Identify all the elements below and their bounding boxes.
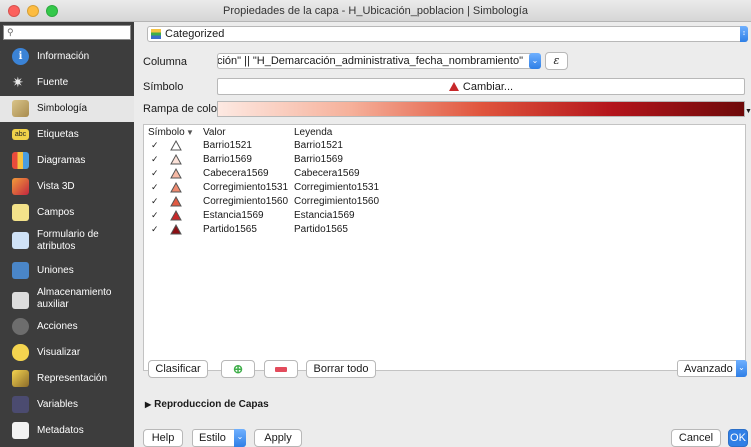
chevron-down-icon: ⌄: [234, 429, 246, 447]
delete-category-button[interactable]: [264, 360, 298, 378]
sidebar-item-metadatos[interactable]: Metadatos: [0, 418, 134, 444]
sidebar-item-variables[interactable]: Variables: [0, 392, 134, 418]
minimize-window-button[interactable]: [27, 5, 39, 17]
sidebar-item-simbologia[interactable]: Simbología: [0, 96, 134, 122]
categorized-icon: [151, 29, 161, 39]
form-icon: [12, 232, 29, 249]
chevron-down-icon: ⌄: [736, 360, 747, 377]
chevron-updown-icon: ↕: [740, 26, 748, 42]
plus-icon: ⊕: [232, 362, 244, 376]
triangle-symbol-icon[interactable]: [170, 167, 182, 180]
variables-icon: [12, 396, 29, 413]
metadata-icon: [12, 422, 29, 439]
actions-icon: [12, 318, 29, 335]
column-label: Columna: [143, 56, 188, 68]
advanced-menu-button[interactable]: Avanzado ⌄: [677, 360, 747, 377]
sidebar-item-acciones[interactable]: Acciones: [0, 314, 134, 340]
color-ramp-label: Rampa de color: [143, 103, 221, 115]
row-checkbox[interactable]: ✓: [151, 168, 161, 179]
help-button[interactable]: Help: [143, 429, 183, 447]
categories-table: Símbolo ▼ Valor Leyenda ✓ Barrio1521 Bar…: [143, 124, 746, 371]
sidebar-item-vista-3d[interactable]: Vista 3D: [0, 174, 134, 200]
triangle-symbol-icon[interactable]: [170, 209, 182, 222]
color-ramp-button[interactable]: [217, 101, 745, 117]
sidebar-item-uniones[interactable]: Uniones: [0, 258, 134, 284]
row-checkbox[interactable]: ✓: [151, 196, 161, 207]
expression-builder-button[interactable]: ε: [545, 52, 568, 70]
triangle-symbol-icon[interactable]: [170, 181, 182, 194]
sidebar-item-almacenamiento[interactable]: Almacenamiento auxiliar: [0, 284, 134, 314]
triangle-symbol-icon[interactable]: [170, 139, 182, 152]
expand-arrow-icon: ▶: [145, 400, 152, 409]
add-category-button[interactable]: ⊕: [221, 360, 255, 378]
table-row[interactable]: ✓ Corregimiento1531 Corregimiento1531: [144, 181, 747, 195]
window-title: Propiedades de la capa - H_Ubicación_pob…: [223, 5, 528, 17]
table-row[interactable]: ✓ Barrio1521 Barrio1521: [144, 139, 747, 153]
triangle-symbol-icon[interactable]: [170, 153, 182, 166]
symbol-label: Símbolo: [143, 81, 184, 93]
epsilon-icon: ε: [553, 54, 560, 67]
table-row[interactable]: ✓ Corregimiento1560 Corregimiento1560: [144, 195, 747, 209]
brush-icon: [12, 100, 29, 117]
minus-icon: [275, 366, 287, 372]
sidebar: ⚲ i Información ✷ Fuente Simbología abc …: [0, 22, 134, 447]
sidebar-item-campos[interactable]: Campos: [0, 200, 134, 226]
apply-button[interactable]: Apply: [254, 429, 302, 447]
fields-icon: [12, 204, 29, 221]
renderer-type-select[interactable]: Categorized ↕: [147, 26, 748, 42]
title-bar: Propiedades de la capa - H_Ubicación_pob…: [0, 0, 751, 22]
cube-icon: [12, 178, 29, 195]
column-dropdown-button[interactable]: ⌄: [529, 53, 541, 69]
column-expression-select[interactable]: Demarcación" || "H_Demarcación_administr…: [217, 53, 537, 69]
sidebar-item-informacion[interactable]: i Información: [0, 44, 134, 70]
row-checkbox[interactable]: ✓: [151, 154, 161, 165]
diagram-icon: [12, 152, 29, 169]
sidebar-search-input[interactable]: ⚲: [3, 25, 131, 40]
close-window-button[interactable]: [8, 5, 20, 17]
triangle-symbol-icon[interactable]: [170, 195, 182, 208]
table-row[interactable]: ✓ Estancia1569 Estancia1569: [144, 209, 747, 223]
source-icon: ✷: [12, 74, 24, 90]
header-legend[interactable]: Leyenda: [294, 127, 332, 138]
table-row[interactable]: ✓ Partido1565 Partido1565: [144, 223, 747, 237]
joins-icon: [12, 262, 29, 279]
rendering-icon: [12, 370, 29, 387]
sidebar-item-representacion[interactable]: Representación: [0, 366, 134, 392]
ok-button[interactable]: OK: [728, 429, 748, 447]
header-value[interactable]: Valor: [203, 127, 226, 138]
cancel-button[interactable]: Cancel: [671, 429, 721, 447]
row-checkbox[interactable]: ✓: [151, 210, 161, 221]
table-row[interactable]: ✓ Cabecera1569 Cabecera1569: [144, 167, 747, 181]
sidebar-item-fuente[interactable]: ✷ Fuente: [0, 70, 134, 96]
sort-arrow-icon: ▼: [186, 128, 194, 137]
labels-icon: abc: [12, 129, 29, 140]
delete-all-button[interactable]: Borrar todo: [306, 360, 376, 378]
sidebar-item-visualizar[interactable]: Visualizar: [0, 340, 134, 366]
header-symbol[interactable]: Símbolo: [148, 127, 185, 138]
display-icon: [12, 344, 29, 361]
sidebar-item-etiquetas[interactable]: abc Etiquetas: [0, 122, 134, 148]
row-checkbox[interactable]: ✓: [151, 140, 161, 151]
triangle-symbol-icon[interactable]: [170, 223, 182, 236]
row-checkbox[interactable]: ✓: [151, 182, 161, 193]
search-icon: ⚲: [7, 27, 14, 37]
storage-icon: [12, 292, 29, 309]
info-icon: i: [12, 48, 29, 65]
change-symbol-button[interactable]: Cambiar...: [217, 78, 745, 95]
layer-rendering-toggle[interactable]: ▶ Reproduccion de Capas: [145, 399, 269, 410]
symbology-panel: Categorized ↕ Columna Demarcación" || "H…: [134, 22, 751, 447]
sidebar-item-diagramas[interactable]: Diagramas: [0, 148, 134, 174]
ramp-dropdown-arrow-icon[interactable]: ▼: [745, 108, 751, 115]
triangle-symbol-icon: [448, 82, 459, 91]
layer-properties-window: Propiedades de la capa - H_Ubicación_pob…: [0, 0, 751, 447]
sidebar-item-formulario[interactable]: Formulario de atributos: [0, 226, 134, 256]
table-row[interactable]: ✓ Barrio1569 Barrio1569: [144, 153, 747, 167]
row-checkbox[interactable]: ✓: [151, 224, 161, 235]
zoom-window-button[interactable]: [46, 5, 58, 17]
classify-button[interactable]: Clasificar: [148, 360, 208, 378]
style-menu-button[interactable]: Estilo ⌄: [192, 429, 246, 447]
